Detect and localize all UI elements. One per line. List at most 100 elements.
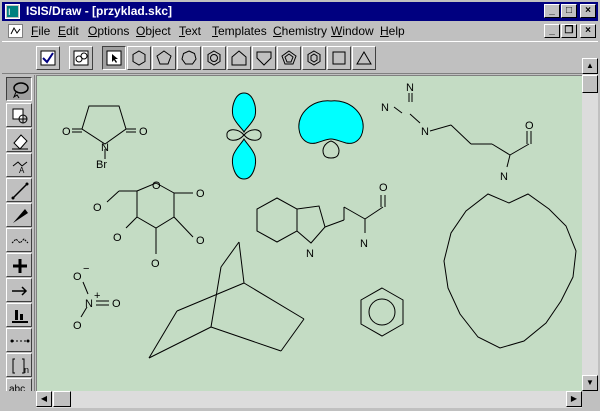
check-structure-button[interactable] bbox=[36, 46, 60, 70]
menu-help[interactable]: Help bbox=[380, 24, 405, 38]
vertical-scrollbar[interactable]: ▲ ▼ bbox=[582, 58, 598, 391]
title-bar[interactable]: I ISIS/Draw - [przyklad.skc] _ □ × bbox=[2, 2, 598, 21]
bracket-tool-button[interactable]: n bbox=[6, 353, 32, 377]
window-title: ISIS/Draw - [przyklad.skc] bbox=[26, 4, 173, 18]
atom-label: N bbox=[381, 102, 389, 114]
horizontal-scroll-thumb[interactable] bbox=[53, 391, 71, 407]
menu-file[interactable]: File bbox=[31, 24, 50, 38]
menu-text[interactable]: Text bbox=[179, 24, 201, 38]
horizontal-scrollbar[interactable]: ◀ ▶ bbox=[36, 391, 582, 408]
pyranose-button[interactable] bbox=[302, 46, 326, 70]
atom-label: O bbox=[525, 120, 534, 132]
atom-label: O bbox=[73, 320, 82, 332]
atom-label: O bbox=[113, 232, 122, 244]
arrow-tool-button[interactable] bbox=[6, 278, 32, 302]
cyclopentane-button[interactable] bbox=[152, 46, 176, 70]
scroll-corner bbox=[582, 391, 598, 408]
molecule-glucose[interactable]: O O O O O O bbox=[93, 180, 205, 270]
plus-icon bbox=[13, 259, 27, 273]
charge-plus-button[interactable] bbox=[6, 253, 32, 277]
chain-tool-button[interactable] bbox=[6, 228, 32, 252]
lasso-select-button[interactable] bbox=[6, 77, 32, 101]
atom-label: O bbox=[62, 126, 71, 138]
rotate-button[interactable] bbox=[6, 103, 32, 127]
benzene-button[interactable] bbox=[202, 46, 226, 70]
menu-object[interactable]: Object bbox=[136, 24, 171, 38]
pointer-icon bbox=[106, 50, 122, 66]
molecule-arginine[interactable]: N N N O N bbox=[381, 82, 534, 183]
drawing-canvas[interactable]: O O N Br N N N O N O O O O O O O N N O −… bbox=[36, 75, 582, 391]
app-logo-icon[interactable]: I bbox=[5, 4, 20, 19]
doc-minimize-button[interactable]: _ bbox=[544, 24, 560, 38]
charge-label: − bbox=[83, 263, 89, 275]
menu-templates[interactable]: Templates bbox=[212, 24, 267, 38]
p-orbital-shape[interactable] bbox=[226, 92, 262, 180]
macrocycle-ring[interactable] bbox=[443, 193, 577, 349]
scroll-up-button[interactable]: ▲ bbox=[582, 58, 598, 74]
atom-label: N bbox=[85, 298, 93, 310]
doc-restore-button[interactable]: ❐ bbox=[561, 24, 577, 38]
menu-chemistry[interactable]: Chemistry bbox=[273, 24, 327, 38]
align-icon bbox=[12, 310, 28, 323]
check-icon bbox=[40, 50, 56, 66]
template-pointer-button[interactable] bbox=[102, 46, 126, 70]
close-button[interactable]: × bbox=[580, 4, 596, 18]
menu-window[interactable]: Window bbox=[331, 24, 374, 38]
hexagon-icon bbox=[132, 50, 146, 66]
menu-edit[interactable]: Edit bbox=[58, 24, 79, 38]
atom-label: O bbox=[379, 182, 388, 194]
hybrid-orbital-shape[interactable] bbox=[298, 100, 364, 159]
atom-label: N bbox=[421, 126, 429, 138]
atom-label: N bbox=[101, 142, 109, 154]
bicyclo-octane[interactable] bbox=[148, 241, 305, 359]
maximize-button[interactable]: □ bbox=[561, 4, 577, 18]
wedge-bond-button[interactable] bbox=[6, 203, 32, 227]
shield-ring-icon bbox=[256, 51, 272, 66]
menu-options[interactable]: Options bbox=[88, 24, 129, 38]
atom-bond-icon: A bbox=[12, 161, 28, 175]
text-tool-label: abc bbox=[9, 384, 26, 391]
tlc-icon bbox=[73, 50, 89, 66]
atom-label: O bbox=[73, 271, 82, 283]
dashed-bond-button[interactable] bbox=[6, 328, 32, 352]
scroll-down-button[interactable]: ▼ bbox=[582, 375, 598, 391]
furanose-button[interactable] bbox=[277, 46, 301, 70]
atom-label: O bbox=[112, 298, 121, 310]
cyclohexane-button[interactable] bbox=[127, 46, 151, 70]
eraser-button[interactable] bbox=[6, 128, 32, 152]
template-toolbar bbox=[2, 41, 598, 74]
align-tool-button[interactable] bbox=[6, 303, 32, 327]
atom-label: O bbox=[139, 126, 148, 138]
molecule-nitro[interactable]: O − N + O O bbox=[73, 263, 121, 332]
document-icon[interactable] bbox=[8, 24, 23, 38]
atom-label: O bbox=[93, 202, 102, 214]
eraser-icon bbox=[12, 134, 28, 150]
benzene-icon bbox=[207, 50, 221, 66]
chain-icon bbox=[11, 238, 29, 244]
scroll-right-button[interactable]: ▶ bbox=[566, 391, 582, 407]
square-ring-button[interactable] bbox=[327, 46, 351, 70]
cyclohexene-button[interactable] bbox=[227, 46, 251, 70]
chair-ring-button[interactable] bbox=[252, 46, 276, 70]
heptagon-icon bbox=[181, 50, 197, 65]
atom-label: N bbox=[360, 238, 368, 250]
text-tool-button[interactable]: abc bbox=[6, 378, 32, 391]
atom-label: N bbox=[306, 248, 314, 260]
molecule-benzene[interactable] bbox=[360, 287, 404, 337]
triangle-ring-button[interactable] bbox=[352, 46, 376, 70]
drawing-toolbar: A n abc bbox=[2, 75, 35, 391]
molecule-tryptophan[interactable]: O N N bbox=[256, 182, 388, 260]
minimize-button[interactable]: _ bbox=[544, 4, 560, 18]
vertical-scroll-thumb[interactable] bbox=[582, 75, 598, 93]
lasso-icon bbox=[12, 82, 29, 99]
bracket-subscript: n bbox=[24, 365, 30, 375]
molecule-n-bromosuccinimide[interactable]: O O N Br bbox=[62, 105, 148, 171]
atom-tool-button[interactable]: A bbox=[6, 153, 32, 177]
single-bond-icon bbox=[11, 182, 29, 200]
view-tlc-button[interactable] bbox=[69, 46, 93, 70]
pyranose-icon bbox=[307, 50, 321, 66]
doc-close-button[interactable]: × bbox=[580, 24, 596, 38]
scroll-left-button[interactable]: ◀ bbox=[36, 391, 52, 407]
bond-tool-button[interactable] bbox=[6, 178, 32, 202]
cycloheptane-button[interactable] bbox=[177, 46, 201, 70]
